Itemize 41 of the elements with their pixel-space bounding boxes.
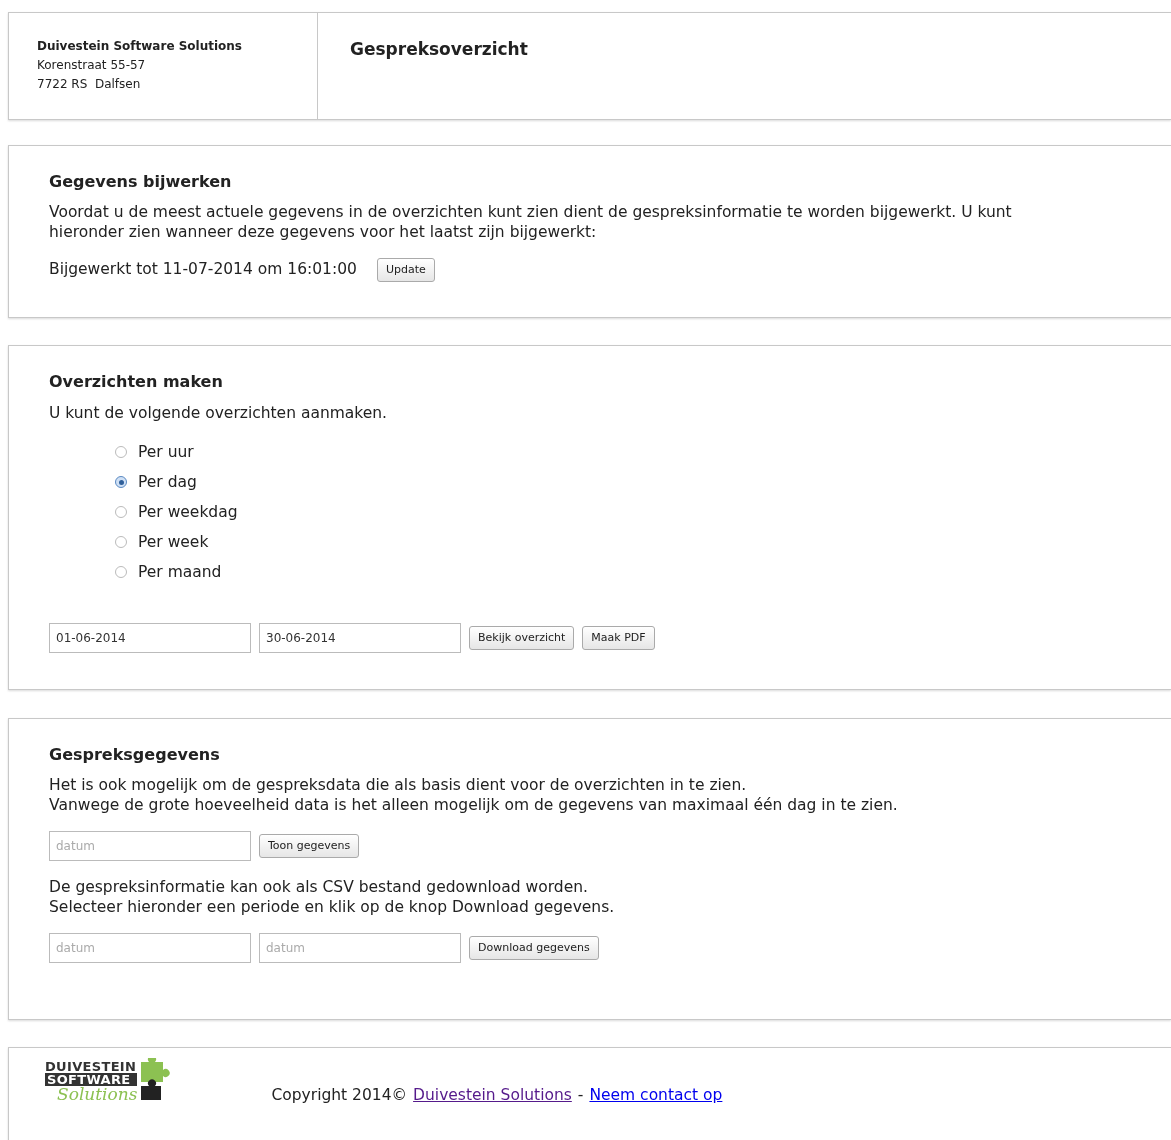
section-heading: Gegevens bijwerken — [49, 171, 233, 193]
logo-text: DUIVESTEIN — [45, 1059, 138, 1073]
company-link[interactable]: Duivestein Solutions — [413, 1084, 572, 1108]
view-overview-button[interactable]: Bekijk overzicht — [469, 626, 575, 651]
radio-label: Per weekdag — [138, 501, 238, 523]
radio-button[interactable] — [115, 566, 127, 579]
radio-button[interactable] — [115, 536, 127, 549]
company-name: Duivestein Software Solutions — [37, 38, 243, 55]
logo-text: SOFTWARE — [45, 1072, 138, 1086]
section-text: Het is ook mogelijk om de gespreksdata die als basis dient voor de overzichten in te zien. — [49, 775, 748, 795]
date-field[interactable]: 01-06-2014 — [49, 623, 251, 654]
contact-link[interactable]: Neem contact op — [589, 1084, 723, 1108]
section-text: Voordat u de meest actuele gegevens in de overzichten kunt zien dient de gespreksinformatie te worden bijgewerkt. U kunt hieronder zien wanneer deze gegevens voor het laatst zijn bijgewerkt: — [49, 202, 1013, 242]
date-field[interactable]: datum — [49, 831, 251, 861]
radio-button[interactable] — [115, 506, 127, 519]
radio-button[interactable] — [115, 446, 127, 459]
copyright-text: Copyright 2014© — [271, 1085, 408, 1106]
logo-text: Solutions — [57, 1085, 138, 1103]
separator-text: - — [577, 1085, 584, 1106]
address-line: Korenstraat 55-57 — [37, 57, 147, 74]
update-status: Bijgewerkt tot 11-07-2014 om 16:01:00 — [49, 259, 357, 281]
date-field[interactable]: 30-06-2014 — [259, 623, 461, 654]
section-heading: Gespreksgegevens — [49, 744, 221, 766]
section-text: Vanwege de grote hoeveelheid data is het alleen mogelijk om de gegevens van maximaal één dag in te zien. — [49, 795, 899, 815]
page-title: Gespreksoverzicht — [350, 39, 528, 59]
section-text: De gespreksinformatie kan ook als CSV bestand gedownload worden. — [49, 877, 589, 897]
section-text: U kunt de volgende overzichten aanmaken. — [49, 403, 389, 424]
update-button[interactable]: Update — [376, 258, 435, 282]
radio-label: Per maand — [138, 561, 222, 583]
radio-label: Per dag — [138, 471, 197, 493]
section-heading: Overzichten maken — [49, 371, 224, 393]
show-data-button[interactable]: Toon gegevens — [259, 834, 360, 858]
radio-label: Per uur — [138, 441, 194, 463]
download-button[interactable]: Download gegevens — [469, 936, 599, 960]
date-field[interactable]: datum — [259, 933, 461, 963]
radio-button[interactable] — [115, 476, 127, 489]
make-pdf-button[interactable]: Maak PDF — [582, 626, 655, 651]
date-field[interactable]: datum — [49, 933, 251, 963]
radio-label: Per week — [138, 531, 209, 553]
address-line: 7722 RS Dalfsen — [37, 76, 142, 93]
section-text: Selecteer hieronder een periode en klik op de knop Download gegevens. — [49, 897, 616, 917]
